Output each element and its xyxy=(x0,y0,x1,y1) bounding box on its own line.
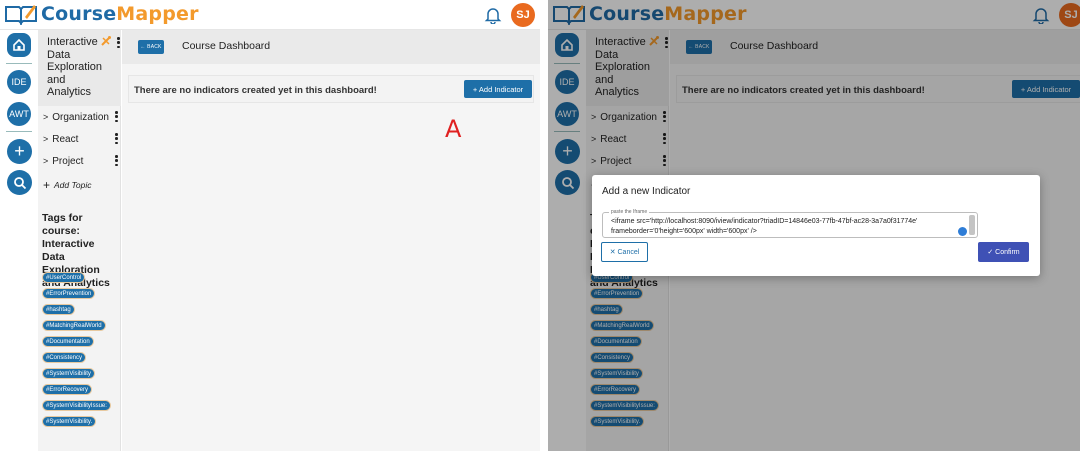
tag-chip[interactable]: #SystemVisibility. xyxy=(42,416,97,427)
cancel-button[interactable]: ✕ Cancel xyxy=(601,242,648,262)
topic-menu-icon[interactable] xyxy=(115,111,118,122)
confirm-button[interactable]: ✓ Confirm xyxy=(978,242,1029,262)
tag-chip[interactable]: #hashtag xyxy=(42,304,75,315)
add-indicator-button[interactable]: + Add Indicator xyxy=(464,80,532,98)
book-logo-icon xyxy=(5,5,37,25)
annotation-label: A xyxy=(445,115,462,143)
topic-menu-icon[interactable] xyxy=(115,155,118,166)
top-bar: CourseMapper SJ xyxy=(0,0,540,30)
screenshot-right: CourseMapper SJ IDE AWT + Interactive Da… xyxy=(548,0,1080,451)
course-title: Interactive Data Exploration and Analyti… xyxy=(47,36,103,98)
channel-awt-button[interactable]: AWT xyxy=(7,102,31,126)
panel-gap xyxy=(540,0,548,451)
add-channel-button[interactable]: + xyxy=(7,139,32,164)
course-sidebar: Interactive Data Exploration and Analyti… xyxy=(38,30,121,451)
spellcheck-icon xyxy=(958,227,967,236)
tag-chip[interactable]: #Documentation xyxy=(42,336,94,347)
user-avatar[interactable]: SJ xyxy=(511,3,535,27)
rail-divider xyxy=(6,131,32,132)
tag-chip[interactable]: #ErrorRecovery xyxy=(42,384,93,395)
chevron-right-icon: > xyxy=(43,156,49,166)
empty-message: There are no indicators created yet in t… xyxy=(134,85,377,96)
course-menu-icon[interactable] xyxy=(117,37,120,48)
chevron-right-icon: > xyxy=(43,134,49,144)
add-indicator-dialog: Add a new Indicator paste the Iframe <if… xyxy=(592,175,1040,276)
topic-item-project[interactable]: > Project xyxy=(38,151,121,171)
search-button[interactable] xyxy=(7,170,32,195)
topic-item-react[interactable]: > React xyxy=(38,129,121,149)
plus-icon: + xyxy=(43,178,51,192)
tag-chip[interactable]: #UserControl xyxy=(42,272,86,283)
screenshot-left: CourseMapper SJ IDE AWT + Interactive Da… xyxy=(0,0,540,451)
rail-divider xyxy=(6,63,32,64)
tag-chip[interactable]: #SystemVisibilityIssue: xyxy=(42,400,111,411)
iframe-input-value: <iframe src='http://localhost:8090/iview… xyxy=(611,218,918,235)
dashboard-main: ← BACK Course Dashboard There are no ind… xyxy=(122,30,540,451)
channel-rail: IDE AWT + xyxy=(0,30,38,451)
tag-chip[interactable]: #MatchingRealWorld xyxy=(42,320,106,331)
channel-ide-button[interactable]: IDE xyxy=(7,70,31,94)
back-button[interactable]: ← BACK xyxy=(138,40,164,54)
home-button[interactable] xyxy=(7,33,31,57)
logo[interactable]: CourseMapper xyxy=(4,3,199,25)
dialog-title: Add a new Indicator xyxy=(602,186,691,197)
chevron-right-icon: > xyxy=(43,112,49,122)
search-icon xyxy=(13,176,26,189)
tag-chip[interactable]: #SystemVisibility xyxy=(42,368,95,379)
iframe-input-label: paste the Iframe xyxy=(609,209,650,215)
dashboard-header: ← BACK Course Dashboard xyxy=(122,30,540,64)
topic-item-organization[interactable]: > Organization xyxy=(38,107,121,127)
iframe-input[interactable]: paste the Iframe <iframe src='http://loc… xyxy=(602,209,978,238)
add-topic-button[interactable]: + Add Topic xyxy=(38,175,121,195)
bell-icon[interactable] xyxy=(484,6,502,24)
textarea-scrollbar[interactable] xyxy=(969,215,975,235)
topic-menu-icon[interactable] xyxy=(115,133,118,144)
indicator-card: There are no indicators created yet in t… xyxy=(128,75,534,103)
tag-chip[interactable]: #Consistency xyxy=(42,352,87,363)
home-icon xyxy=(13,38,25,51)
tag-chip[interactable]: #ErrorPrevention xyxy=(42,288,96,299)
tools-icon[interactable] xyxy=(100,35,112,47)
course-header[interactable]: Interactive Data Exploration and Analyti… xyxy=(38,30,121,106)
page-title: Course Dashboard xyxy=(182,40,271,52)
